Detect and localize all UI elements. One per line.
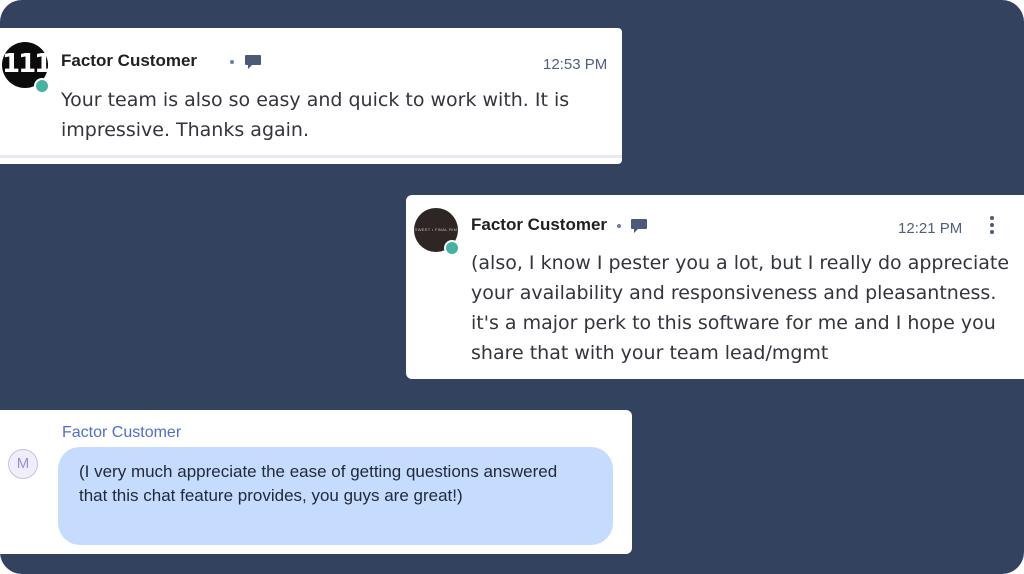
message-text: Your team is also so easy and quick to w…	[61, 89, 570, 141]
avatar[interactable]: M	[8, 449, 38, 479]
author-name[interactable]: Factor Customer	[61, 51, 197, 71]
message-text: (also, I know I pester you a lot, but I …	[471, 252, 1010, 364]
author-name[interactable]: Factor Customer	[471, 215, 607, 235]
online-status-icon	[444, 240, 460, 256]
author-name[interactable]: Factor Customer	[62, 424, 181, 442]
message-text: (I very much appreciate the ease of gett…	[79, 462, 558, 505]
separator-dot	[230, 60, 234, 64]
testimonial-backdrop: 111 Factor Customer 12:53 PM Your team i…	[0, 0, 1024, 574]
message-timestamp: 12:21 PM	[898, 220, 963, 237]
more-options-icon[interactable]	[986, 216, 998, 236]
message-timestamp: 12:53 PM	[543, 56, 608, 73]
online-status-icon	[34, 78, 50, 94]
avatar-logo-text: SWEET • FINAL RIM	[414, 227, 458, 232]
separator-dot	[617, 224, 621, 228]
avatar-initials: 111	[2, 49, 52, 79]
chat-bubble-icon	[245, 55, 261, 69]
chat-bubble-icon	[631, 219, 647, 233]
